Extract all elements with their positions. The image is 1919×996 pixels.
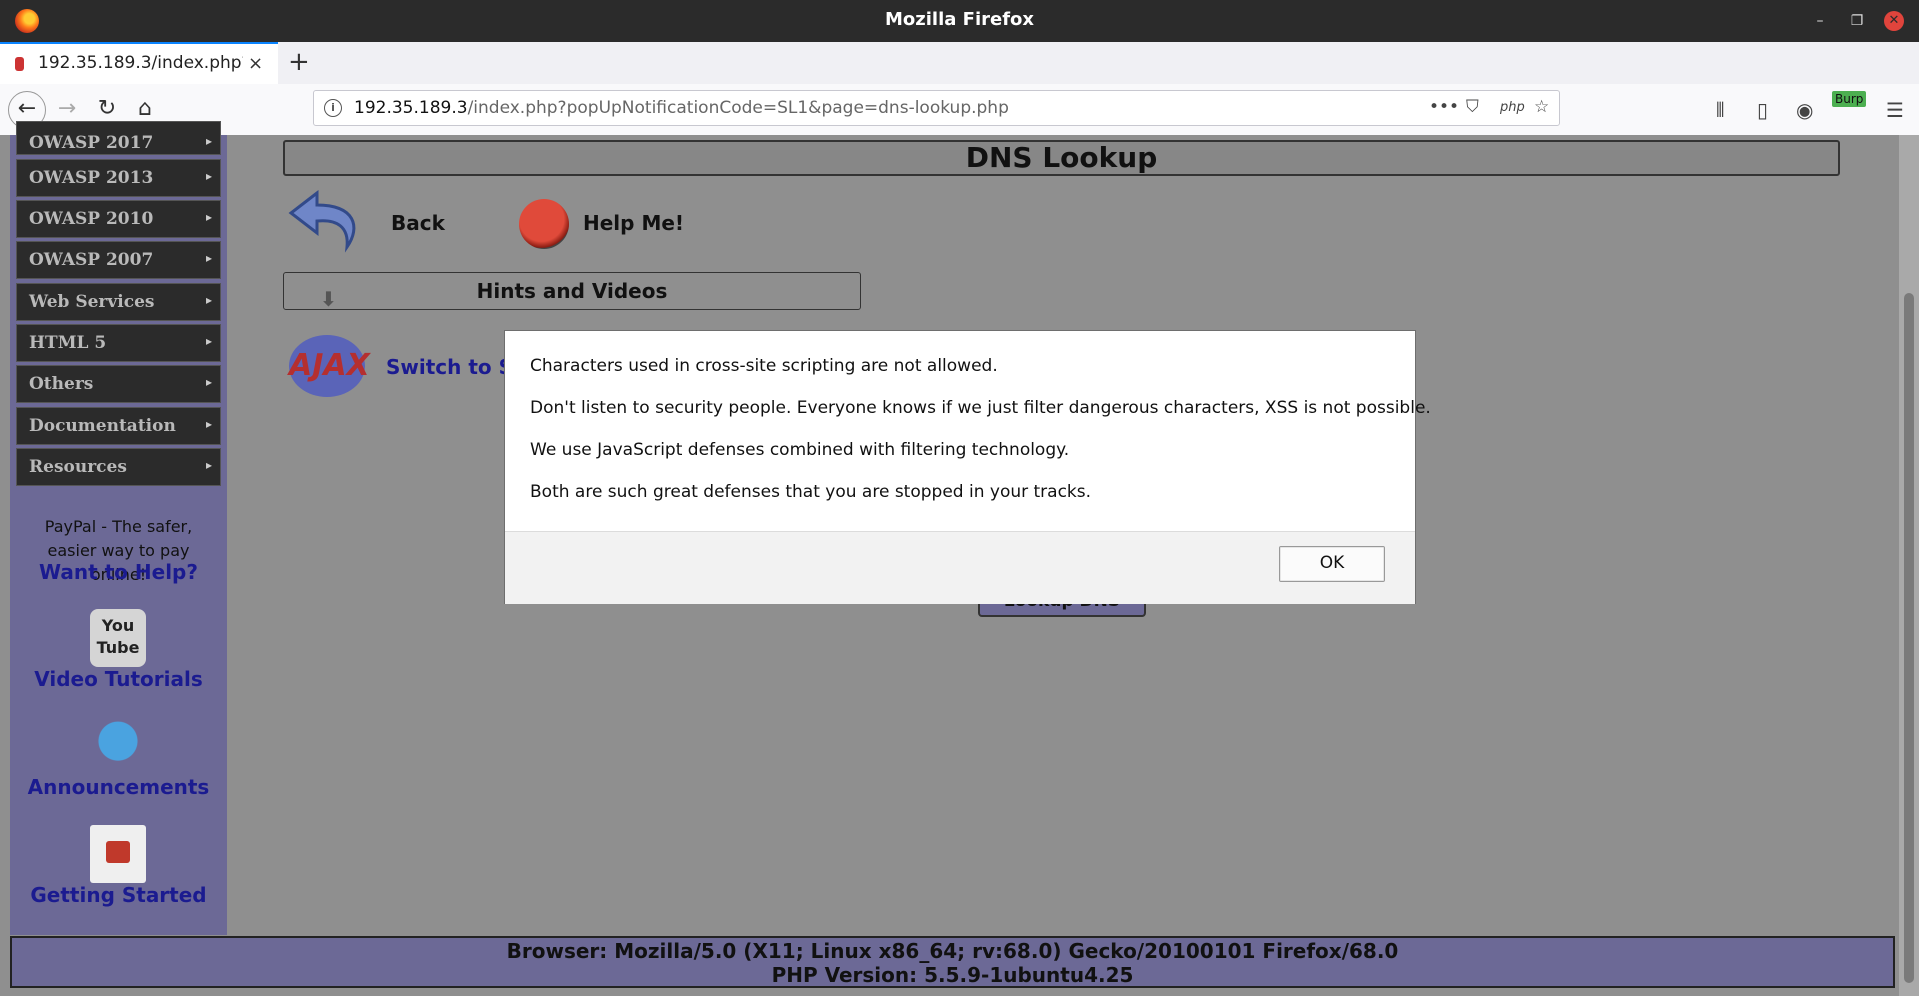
youtube-icon[interactable]: You Tube	[90, 609, 146, 667]
chevron-right-icon: ▸	[205, 251, 212, 265]
page-title: DNS Lookup	[283, 140, 1840, 176]
want-to-help-link[interactable]: Want to Help?	[10, 560, 227, 584]
sidebar-item-label: Others	[29, 374, 94, 394]
php-extension-icon[interactable]: php	[1500, 100, 1525, 115]
tab-title: 192.35.189.3/index.php?p	[38, 53, 243, 73]
dialog-message-4: Both are such great defenses that you ar…	[530, 482, 1092, 502]
ajax-logo-icon[interactable]: AJAX	[289, 335, 370, 397]
getting-started-link[interactable]: Getting Started	[10, 883, 227, 907]
dialog-message-3: We use JavaScript defenses combined with…	[530, 440, 1070, 460]
sidebar-item-documentation[interactable]: Documentation ▸	[16, 407, 221, 445]
switch-to-soap-link[interactable]: Switch to S	[386, 355, 513, 379]
sidebar-item-web-services[interactable]: Web Services ▸	[16, 283, 221, 321]
sidebar-item-owasp-2010[interactable]: OWASP 2010 ▸	[16, 200, 221, 238]
alert-dialog: Characters used in cross-site scripting …	[504, 330, 1431, 604]
burp-extension-icon[interactable]: Burp	[1832, 91, 1867, 107]
php-version: PHP Version: 5.5.9-1ubuntu4.25	[771, 963, 1134, 987]
close-window-icon[interactable]: ✕	[1884, 11, 1904, 31]
pdf-document-icon[interactable]	[90, 825, 146, 883]
sidebar-item-label: OWASP 2010	[29, 209, 154, 229]
pocket-icon[interactable]: ⛉	[1466, 97, 1479, 117]
url-bar[interactable]: i 192.35.189.3/index.php?popUpNotificati…	[313, 90, 1560, 126]
bookmark-star-icon[interactable]: ☆	[1534, 97, 1549, 117]
chevron-right-icon: ▸	[205, 169, 212, 183]
site-info-icon[interactable]: i	[324, 99, 342, 117]
sidebar-item-label: HTML 5	[29, 333, 107, 353]
help-me-link[interactable]: Help Me!	[583, 211, 684, 235]
sidebar-item-label: Resources	[29, 457, 127, 477]
sidebar: OWASP 2017 ▸ OWASP 2013 ▸ OWASP 2010 ▸ OWAS…	[10, 121, 227, 935]
back-arrow-icon[interactable]	[287, 187, 365, 257]
library-icon[interactable]: ⫴	[1716, 98, 1724, 122]
window-titlebar: Mozilla Firefox – ❐ ✕	[0, 0, 1919, 42]
forward-icon[interactable]: →	[52, 94, 82, 124]
hints-label: Hints and Videos	[476, 279, 668, 303]
menu-icon[interactable]: ☰	[1886, 98, 1904, 122]
dialog-message-1: Characters used in cross-site scripting …	[530, 356, 998, 376]
arrow-down-icon: ⬇	[320, 287, 337, 311]
tab-active[interactable]: 192.35.189.3/index.php?p ×	[0, 42, 278, 84]
help-button-icon[interactable]	[519, 199, 569, 249]
sidebar-item-owasp-2007[interactable]: OWASP 2007 ▸	[16, 241, 221, 279]
reload-icon[interactable]: ↻	[92, 94, 122, 124]
back-link[interactable]: Back	[391, 211, 445, 235]
new-tab-icon[interactable]: +	[288, 47, 310, 77]
navigation-toolbar: ← → ↻ ⌂ i 192.35.189.3/index.php?popUpNo…	[0, 84, 1919, 136]
url-host: 192.35.189.3	[354, 98, 468, 118]
sidebar-item-owasp-2013[interactable]: OWASP 2013 ▸	[16, 159, 221, 197]
twitter-bird-icon[interactable]	[90, 715, 146, 773]
sidebar-item-label: OWASP 2017	[29, 133, 154, 153]
chevron-right-icon: ▸	[205, 334, 212, 348]
chevron-right-icon: ▸	[205, 293, 212, 307]
sidebar-toggle-icon[interactable]: ▯	[1757, 98, 1768, 122]
sidebar-item-html5[interactable]: HTML 5 ▸	[16, 324, 221, 362]
page-footer: Browser: Mozilla/5.0 (X11; Linux x86_64;…	[10, 936, 1895, 988]
url-text[interactable]: 192.35.189.3/index.php?popUpNotification…	[354, 98, 1009, 118]
sidebar-item-owasp-2017[interactable]: OWASP 2017 ▸	[16, 121, 221, 155]
sidebar-item-label: Documentation	[29, 416, 176, 436]
sidebar-item-resources[interactable]: Resources ▸	[16, 448, 221, 486]
sidebar-item-label: OWASP 2013	[29, 168, 154, 188]
home-icon[interactable]: ⌂	[130, 94, 160, 124]
chevron-right-icon: ▸	[205, 458, 212, 472]
chevron-right-icon: ▸	[205, 417, 212, 431]
minimize-icon[interactable]: –	[1810, 11, 1830, 31]
sidebar-item-others[interactable]: Others ▸	[16, 365, 221, 403]
window-title: Mozilla Firefox	[884, 9, 1035, 30]
tab-strip: 192.35.189.3/index.php?p × +	[0, 42, 1919, 85]
chevron-right-icon: ▸	[205, 134, 212, 148]
dialog-message-2: Don't listen to security people. Everyon…	[530, 398, 1431, 418]
announcements-link[interactable]: Announcements	[10, 775, 227, 799]
account-icon[interactable]: ◉	[1796, 98, 1813, 122]
browser-info: Browser: Mozilla/5.0 (X11; Linux x86_64;…	[506, 939, 1399, 963]
video-tutorials-link[interactable]: Video Tutorials	[10, 667, 227, 691]
sidebar-item-label: OWASP 2007	[29, 250, 154, 270]
chevron-right-icon: ▸	[205, 210, 212, 224]
pdf-logo-mark	[106, 841, 130, 863]
page-actions-icon[interactable]: •••	[1429, 97, 1459, 117]
url-path: /index.php?popUpNotificationCode=SL1&pag…	[467, 98, 1009, 118]
dialog-footer: OK	[505, 531, 1415, 604]
tab-close-icon[interactable]: ×	[248, 53, 263, 74]
sidebar-item-label: Web Services	[29, 292, 155, 312]
chevron-right-icon: ▸	[205, 375, 212, 389]
hints-and-videos-toggle[interactable]: ⬇ Hints and Videos	[283, 272, 861, 311]
ok-button[interactable]: OK	[1279, 546, 1385, 582]
tab-favicon-icon	[15, 57, 24, 71]
restore-icon[interactable]: ❐	[1847, 11, 1867, 31]
page-scrollbar[interactable]	[1899, 135, 1919, 996]
scrollbar-thumb[interactable]	[1904, 293, 1914, 983]
